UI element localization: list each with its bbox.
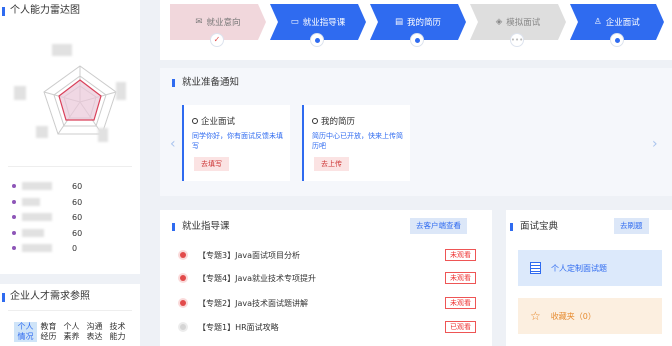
status-badge: 未观看 bbox=[445, 297, 476, 309]
favorites-button[interactable]: ☆ 收藏夹（0） bbox=[518, 298, 662, 334]
status-badge: 未观看 bbox=[445, 249, 476, 261]
circle-icon bbox=[192, 118, 198, 124]
tab-education[interactable]: 教育 经历 bbox=[37, 322, 60, 342]
monitor-icon: ▭ bbox=[290, 17, 299, 27]
notice-card-interview: 企业面试 同学你好，你有面试反馈未填写 去填写 bbox=[182, 105, 290, 181]
course-item[interactable]: 【专题3】Java面试项目分析 未观看 bbox=[180, 248, 480, 262]
step-marker bbox=[410, 33, 424, 47]
step-marker bbox=[610, 33, 624, 47]
notice-title: 就业准备通知 bbox=[168, 74, 239, 92]
tab-communication[interactable]: 沟通 表达 bbox=[83, 322, 106, 342]
status-badge: 未观看 bbox=[445, 272, 476, 284]
score-row: 0 bbox=[12, 242, 77, 254]
view-in-client-button[interactable]: 去客户端查看 bbox=[410, 218, 467, 234]
user-icon: ♙ bbox=[594, 17, 602, 27]
custom-questions-button[interactable]: 个人定制面试题 bbox=[518, 250, 662, 286]
radar-title: 个人能力雷达图 bbox=[0, 0, 80, 22]
score-row: 60 bbox=[12, 196, 82, 208]
upload-button[interactable]: 去上传 bbox=[314, 157, 349, 171]
step-pending-marker: ••• bbox=[510, 33, 524, 47]
tab-personal-quality[interactable]: 个人 素养 bbox=[60, 322, 83, 342]
score-row: 60 bbox=[12, 211, 82, 223]
radar-panel: 个人能力雷达图 60 60 60 60 0 bbox=[0, 0, 140, 274]
course-item[interactable]: 【专题1】HR面试攻略 已观看 bbox=[180, 320, 480, 334]
envelope-icon: ✉ bbox=[195, 17, 203, 27]
course-item[interactable]: 【专题4】Java就业技术专项提升 未观看 bbox=[180, 271, 480, 285]
radar-chart bbox=[43, 65, 117, 135]
star-icon: ☆ bbox=[530, 309, 541, 323]
ellipsis-icon: ••• bbox=[510, 35, 524, 44]
fill-in-button[interactable]: 去填写 bbox=[194, 157, 229, 171]
carousel-next-icon[interactable]: › bbox=[652, 136, 658, 152]
practice-button[interactable]: 去刷题 bbox=[614, 218, 649, 234]
diamond-icon: ◈ bbox=[495, 17, 503, 27]
courses-title: 就业指导课 bbox=[168, 218, 230, 236]
step-marker bbox=[310, 33, 324, 47]
list-icon bbox=[530, 262, 541, 274]
step-done-marker: ✓ bbox=[210, 33, 224, 47]
talent-tabs: 个人 情况 教育 经历 个人 素养 沟通 表达 技术 能力 bbox=[14, 322, 129, 342]
tab-personal-situation[interactable]: 个人 情况 bbox=[14, 322, 37, 342]
check-icon: ✓ bbox=[213, 35, 221, 44]
score-row: 60 bbox=[12, 180, 82, 192]
course-item[interactable]: 【专题2】Java技术面试题讲解 未观看 bbox=[180, 296, 480, 310]
circle-icon bbox=[312, 118, 318, 124]
status-badge: 已观看 bbox=[445, 321, 476, 333]
score-row: 60 bbox=[12, 227, 82, 239]
document-icon: ▤ bbox=[394, 17, 403, 27]
talent-title: 企业人才需求参照 bbox=[0, 286, 90, 308]
carousel-prev-icon[interactable]: ‹ bbox=[170, 136, 176, 152]
interview-title: 面试宝典 bbox=[506, 218, 558, 236]
tab-technical[interactable]: 技术 能力 bbox=[106, 322, 129, 342]
notice-card-resume: 我的简历 简历中心已开放，快来上传简历吧 去上传 bbox=[302, 105, 410, 181]
